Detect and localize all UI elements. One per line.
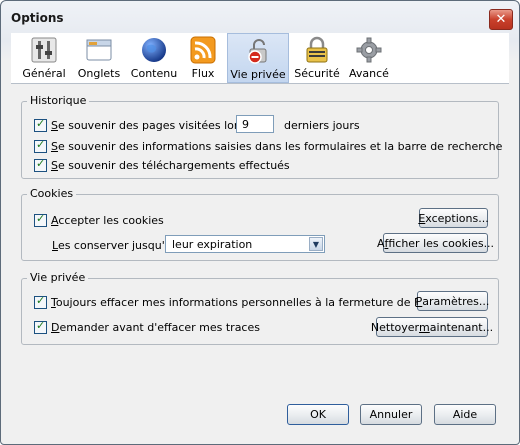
- keep-until-value: leur expiration: [172, 238, 253, 251]
- gear-icon: [356, 37, 382, 63]
- title-bar[interactable]: Options ✕: [1, 1, 519, 33]
- tab-avance-label: Avancé: [349, 67, 389, 80]
- tab-flux[interactable]: Flux: [183, 33, 223, 83]
- settings-button[interactable]: Paramètres...: [416, 291, 489, 311]
- group-vie-privee: Vie privée Toujours effacer mes informat…: [21, 271, 499, 345]
- clear-now-button[interactable]: Nettoyer m aintenant...: [371, 317, 493, 337]
- always-clear-checkbox[interactable]: [34, 294, 47, 309]
- remember-visited-label[interactable]: Se souvenir des pages visitées lors des: [51, 119, 267, 132]
- tab-general-label: Général: [22, 67, 66, 80]
- exceptions-button[interactable]: Exceptions...: [418, 208, 489, 228]
- group-historique-title: Historique: [27, 94, 90, 107]
- tab-securite[interactable]: Sécurité: [293, 33, 341, 83]
- tab-vie-privee-label: Vie privée: [230, 68, 286, 81]
- rss-feed-icon: [190, 36, 216, 64]
- ask-before-clear-checkbox[interactable]: [34, 319, 47, 334]
- tab-avance[interactable]: Avancé: [345, 33, 393, 83]
- remember-forms-label[interactable]: Se souvenir des informations saisies dan…: [51, 140, 502, 153]
- group-cookies: Cookies Accepter les cookies Les conserv…: [21, 187, 499, 261]
- keep-until-label: Les conserver jusqu'à :: [52, 239, 179, 252]
- tab-flux-label: Flux: [191, 67, 215, 80]
- window-title: Options: [11, 11, 64, 25]
- close-button[interactable]: ✕: [489, 9, 513, 30]
- tab-securite-label: Sécurité: [294, 67, 340, 80]
- remember-forms-checkbox[interactable]: [34, 138, 47, 153]
- cancel-button[interactable]: Annuler: [360, 404, 422, 425]
- remember-downloads-checkbox[interactable]: [34, 157, 47, 172]
- tab-onglets[interactable]: Onglets: [73, 33, 125, 83]
- tab-general[interactable]: Général: [21, 33, 67, 83]
- show-cookies-button[interactable]: Af ficher les cookies...: [377, 233, 494, 253]
- group-historique: Historique Se souvenir des pages visitée…: [21, 94, 502, 179]
- ok-button[interactable]: OK: [287, 404, 349, 425]
- options-window: Options ✕ Général Onglets Contenu Flux V…: [0, 0, 520, 445]
- days-input[interactable]: 9: [236, 115, 274, 133]
- privacy-lock-icon: [248, 39, 267, 64]
- chevron-down-icon[interactable]: ▼: [309, 237, 323, 251]
- remember-visited-checkbox[interactable]: [34, 117, 47, 132]
- options-toolbar: Général Onglets Contenu Flux Vie privée …: [11, 33, 509, 84]
- globe-icon: [142, 38, 166, 62]
- tab-contenu-label: Contenu: [130, 67, 178, 80]
- tab-vie-privee[interactable]: Vie privée: [227, 33, 289, 83]
- tab-onglets-label: Onglets: [77, 67, 121, 80]
- group-vie-privee-title: Vie privée: [27, 271, 89, 284]
- close-icon: ✕: [495, 12, 507, 27]
- padlock-icon: [306, 36, 328, 63]
- tabs-window-icon: [86, 39, 112, 61]
- keep-until-select[interactable]: leur expiration ▼: [165, 235, 325, 253]
- ask-before-clear-label[interactable]: Demander avant d'effacer mes traces: [51, 321, 260, 334]
- tab-contenu[interactable]: Contenu: [127, 33, 181, 83]
- group-cookies-title: Cookies: [27, 187, 77, 200]
- accept-cookies-label[interactable]: Accepter les cookies: [51, 214, 164, 227]
- accept-cookies-checkbox[interactable]: [34, 212, 47, 227]
- always-clear-label[interactable]: Toujours effacer mes informations person…: [51, 296, 450, 309]
- remember-downloads-label[interactable]: Se souvenir des téléchargements effectué…: [51, 159, 290, 172]
- help-button[interactable]: Aide: [434, 404, 496, 425]
- days-suffix-label: derniers jours: [284, 119, 360, 132]
- general-switches-icon: [31, 37, 57, 63]
